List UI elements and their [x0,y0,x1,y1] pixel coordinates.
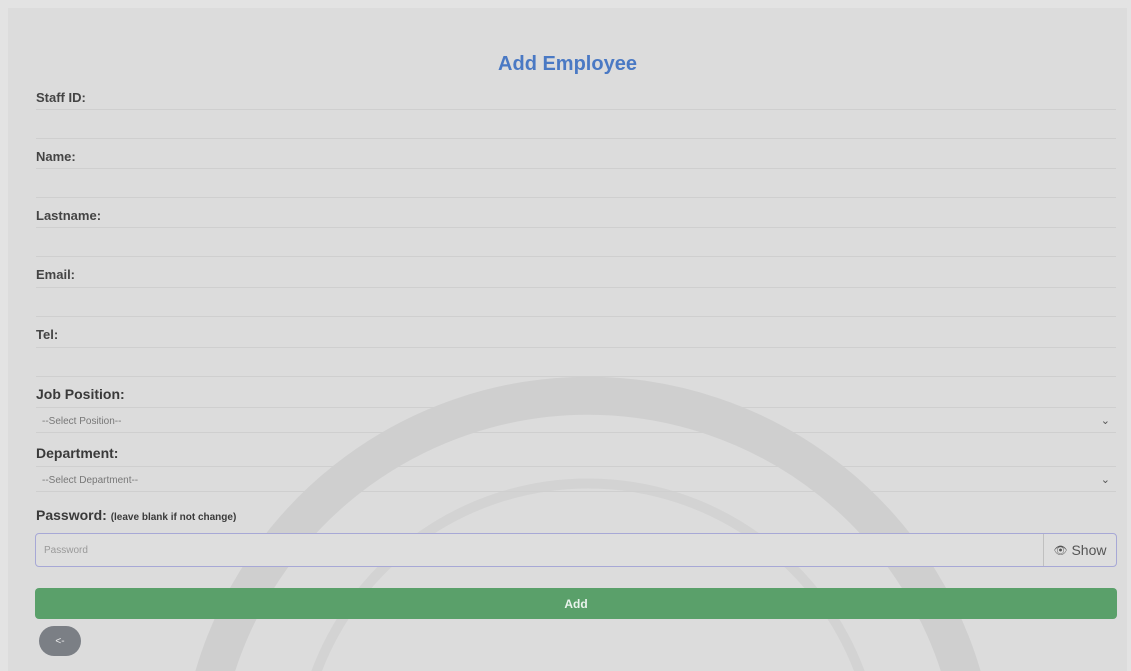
tel-field[interactable] [36,347,1116,377]
department-select[interactable]: --Select Department-- ⌄ [36,466,1116,492]
password-label-text: Password: [36,507,107,523]
job-position-select[interactable]: --Select Position-- ⌄ [36,407,1116,433]
add-button[interactable]: Add [35,588,1117,619]
name-label: Name: [36,149,76,164]
chevron-down-icon: ⌄ [1100,474,1110,486]
lastname-field[interactable] [36,227,1116,257]
chevron-down-icon: ⌄ [1100,415,1110,427]
email-input[interactable] [36,288,1116,316]
lastname-input[interactable] [36,228,1116,256]
tel-label: Tel: [36,327,59,342]
staff-id-label: Staff ID: [36,90,86,105]
email-label: Email: [36,267,76,282]
password-field[interactable]: 👁 Show [35,533,1117,567]
eye-icon: 👁 [1053,544,1068,557]
password-input[interactable] [36,534,1052,566]
job-position-label: Job Position: [36,386,125,402]
name-field[interactable] [36,168,1116,198]
tel-input[interactable] [36,348,1116,376]
password-label: Password: (leave blank if not change) [36,507,236,523]
back-button[interactable]: <- [39,626,81,656]
show-password-button[interactable]: 👁 Show [1043,534,1116,566]
job-position-selected: --Select Position-- [42,416,122,427]
lastname-label: Lastname: [36,208,102,223]
department-label: Department: [36,445,119,461]
page-title: Add Employee [498,53,637,75]
add-employee-form: Add Employee Staff ID: Name: Lastname: E… [8,8,1127,671]
email-field[interactable] [36,287,1116,317]
show-password-label: Show [1071,542,1107,558]
department-selected: --Select Department-- [42,475,139,486]
name-input[interactable] [36,169,1116,197]
staff-id-field[interactable] [36,109,1116,139]
staff-id-input[interactable] [36,110,1116,138]
password-hint: (leave blank if not change) [110,512,237,523]
